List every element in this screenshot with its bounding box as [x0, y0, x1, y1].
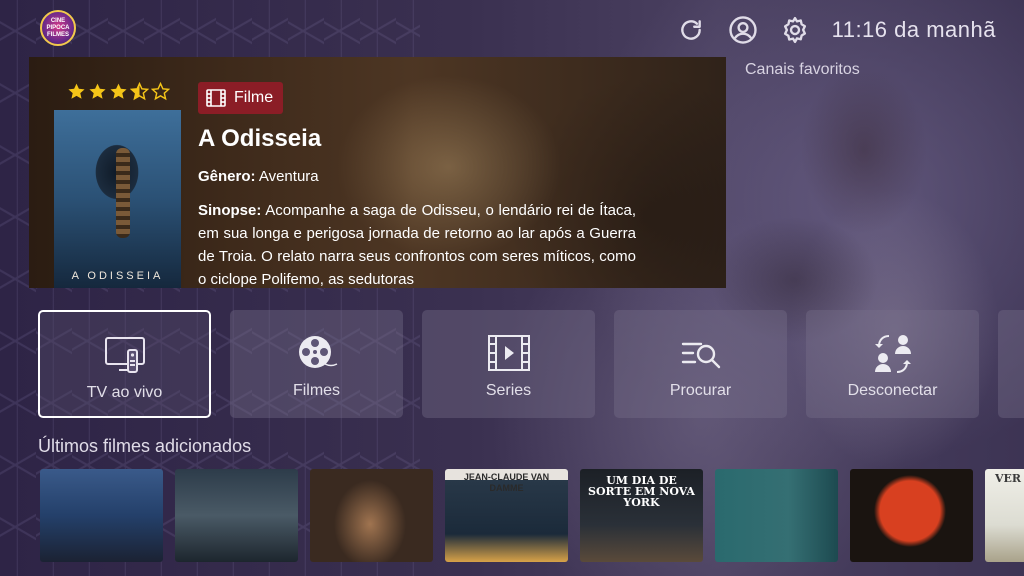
menu-tile-label: Procurar	[669, 382, 732, 399]
film-reel-icon	[298, 336, 337, 368]
genre-label: Gênero:	[198, 168, 256, 185]
star-full-icon	[110, 83, 127, 99]
poster-title: A ODISSEIA	[71, 270, 164, 282]
movie-thumbnail[interactable]	[310, 469, 433, 562]
movie-title: A Odisseia	[198, 125, 322, 152]
movie-poster: A ODISSEIA	[54, 110, 181, 288]
movie-thumbnail[interactable]: JEAN-CLAUDE VAN DAMME	[445, 469, 568, 562]
logo-text-line-3: FILMES	[47, 31, 69, 38]
refresh-icon[interactable]	[676, 15, 706, 45]
synopsis-label: Sinopse:	[198, 202, 262, 219]
main-menu: TV ao vivo Filmes Series Procurar Descon…	[38, 310, 979, 418]
genre-value: Aventura	[258, 168, 319, 185]
menu-tile-label: Filmes	[292, 382, 341, 399]
user-account-icon[interactable]	[728, 15, 758, 45]
movie-thumbnail[interactable]	[850, 469, 973, 562]
series-play-icon	[487, 335, 530, 371]
featured-movie-card[interactable]: A ODISSEIA Filme A Odisseia Gênero: Aven…	[29, 57, 726, 288]
movie-thumbnail[interactable]	[175, 469, 298, 562]
settings-gear-icon[interactable]	[780, 15, 810, 45]
synopsis-text: Acompanhe a saga de Odisseu, o lendário …	[198, 202, 636, 288]
menu-tile-label: Series	[485, 382, 532, 399]
menu-tile-partial[interactable]	[998, 310, 1024, 418]
logo-text-line-1: CINE	[50, 17, 66, 24]
movie-genre: Gênero: Aventura	[198, 168, 319, 185]
badge-label: Filme	[234, 89, 274, 106]
clock: 11:16 da manhã	[831, 17, 996, 42]
menu-tile-label: Desconectar	[847, 382, 938, 399]
menu-tile-search[interactable]: Procurar	[614, 310, 787, 418]
rating-stars	[67, 82, 170, 101]
menu-tile-series[interactable]: Series	[422, 310, 595, 418]
star-empty-icon	[151, 82, 170, 101]
switch-user-icon	[874, 335, 911, 373]
content-type-badge: Filme	[198, 82, 284, 114]
app-logo[interactable]: CINE PIPOCA FILMES	[40, 10, 76, 46]
star-half-icon	[130, 82, 149, 101]
logo-text-line-2: PIPOCA	[46, 24, 70, 31]
movie-thumbnail[interactable]: UM DIA DE SORTE EM NOVA YORK	[580, 469, 703, 562]
movie-thumbnail[interactable]: VER	[985, 469, 1024, 562]
search-list-icon	[681, 342, 720, 369]
star-full-icon	[68, 83, 85, 99]
favorite-channels-label[interactable]: Canais favoritos	[745, 61, 860, 79]
movie-thumbnail[interactable]	[715, 469, 838, 562]
live-tv-icon	[104, 337, 145, 373]
movie-thumbnail[interactable]	[40, 469, 163, 562]
latest-movies-title: Últimos filmes adicionados	[38, 436, 252, 456]
menu-tile-movies[interactable]: Filmes	[230, 310, 403, 418]
film-strip-icon	[206, 89, 226, 107]
top-bar-actions: 11:16 da manhã	[676, 12, 996, 48]
latest-movies-row: JEAN-CLAUDE VAN DAMME UM DIA DE SORTE EM…	[40, 469, 1024, 562]
menu-tile-logout[interactable]: Desconectar	[806, 310, 979, 418]
movie-synopsis: Sinopse: Acompanhe a saga de Odisseu, o …	[198, 199, 636, 288]
menu-tile-label: TV ao vivo	[86, 384, 163, 401]
menu-tile-live-tv[interactable]: TV ao vivo	[38, 310, 211, 418]
star-full-icon	[89, 83, 106, 99]
